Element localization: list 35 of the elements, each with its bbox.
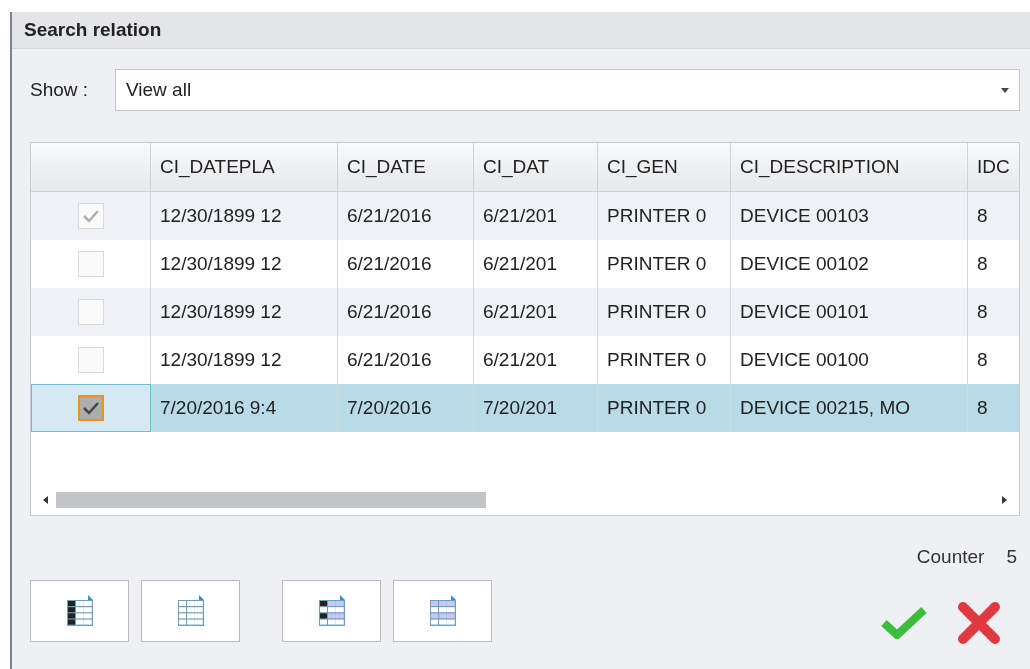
scroll-right-icon[interactable]: [1002, 496, 1007, 504]
counter-label: Counter: [916, 546, 985, 568]
table-row[interactable]: 12/30/1899 12 6/21/2016 6/21/201 PRINTER 0 DEVICE 00101 8: [31, 288, 1019, 336]
column-header[interactable]: IDC: [968, 143, 1019, 191]
scroll-left-icon[interactable]: [43, 496, 48, 504]
table-cell: 7/20/2016 9:4: [151, 384, 338, 432]
table-cell: 8: [968, 384, 1019, 432]
checkmark-icon: [81, 209, 100, 223]
show-label: Show :: [30, 79, 90, 101]
table-row[interactable]: 7/20/2016 9:4 7/20/2016 7/20/201 PRINTER 0 DEVICE 00215, MO 8: [31, 384, 1019, 432]
table-cell: 7/20/201: [474, 384, 598, 432]
checkbox[interactable]: [78, 395, 104, 421]
window-title: Search relation: [24, 19, 162, 41]
caret-icon: [1001, 87, 1009, 93]
table-row[interactable]: 12/30/1899 12 6/21/2016 6/21/201 PRINTER 0 DEVICE 00103 8: [31, 192, 1019, 240]
check-icon: [880, 606, 928, 640]
table-icon: [317, 595, 346, 627]
column-header[interactable]: CI_DAT: [474, 143, 598, 191]
counter-value: 5: [1006, 546, 1017, 568]
column-header[interactable]: CI_GEN: [598, 143, 731, 191]
table-cell: 7/20/2016: [338, 384, 474, 432]
checkmark-icon: [82, 401, 100, 415]
close-icon: [958, 602, 1000, 644]
column-header[interactable]: CI_DATEPLA: [151, 143, 338, 191]
table-icon: [428, 595, 457, 627]
column-header[interactable]: CI_DESCRIPTION: [731, 143, 968, 191]
show-dropdown[interactable]: View all: [115, 69, 1020, 111]
cancel-button[interactable]: [958, 602, 1000, 644]
table-cell: DEVICE 00215, MO: [731, 384, 968, 432]
grid-button[interactable]: [30, 580, 129, 642]
table-cell: PRINTER 0: [598, 384, 731, 432]
table-icon: [176, 595, 205, 627]
scroll-thumb[interactable]: [56, 492, 486, 508]
table-icon: [65, 595, 94, 627]
column-header[interactable]: CI_DATE: [338, 143, 474, 191]
